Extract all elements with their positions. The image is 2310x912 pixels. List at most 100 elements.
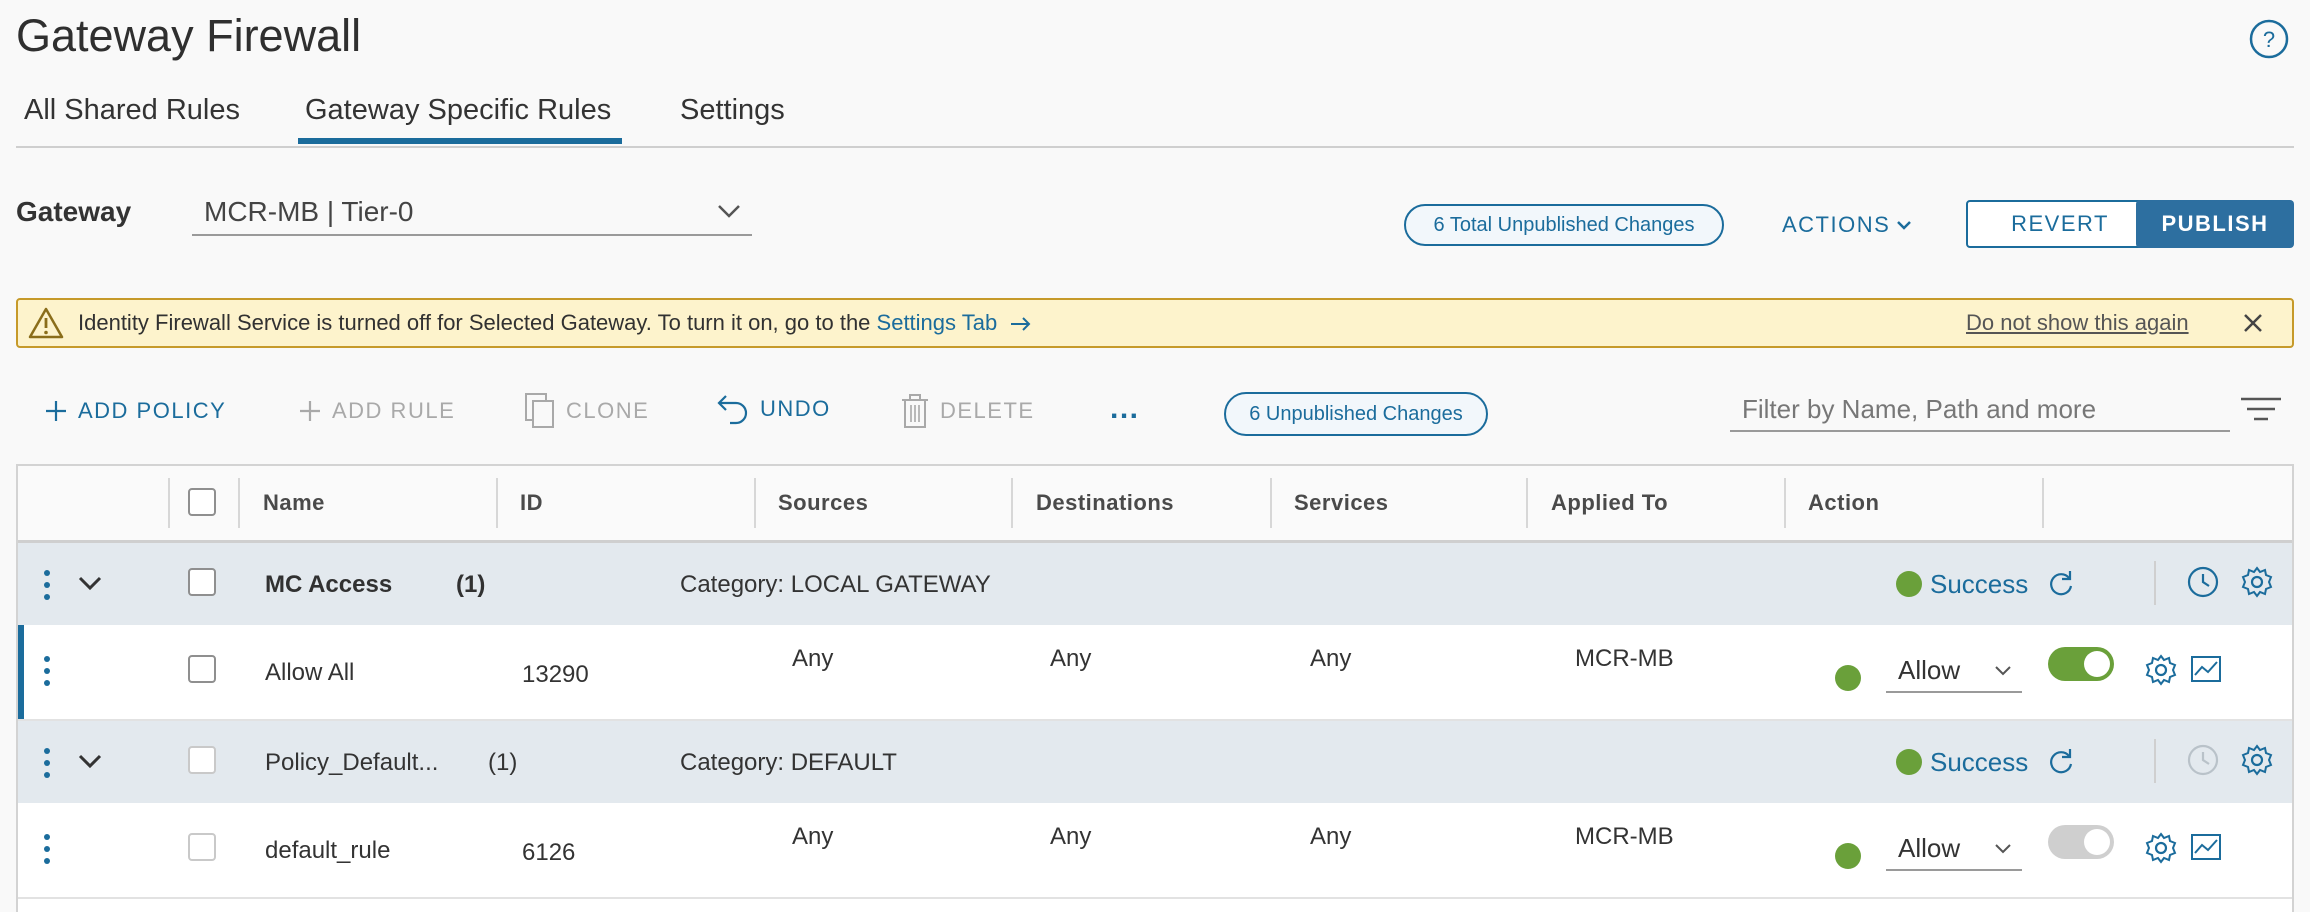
column-header-sources[interactable]: Sources xyxy=(778,490,868,516)
tab-gateway-specific-rules[interactable]: Gateway Specific Rules xyxy=(305,94,611,127)
rule-enabled-toggle[interactable] xyxy=(2048,825,2114,859)
policy-checkbox[interactable] xyxy=(188,746,216,774)
rule-row-allow-all[interactable]: Allow All 13290 Any Any Any MCR-MB Allow xyxy=(18,625,2292,721)
policy-status[interactable]: Success xyxy=(1930,569,2028,600)
revert-button[interactable]: REVERT xyxy=(1966,200,2154,248)
kebab-menu-icon[interactable] xyxy=(42,747,52,779)
filter-input[interactable] xyxy=(1730,388,2230,432)
refresh-icon[interactable] xyxy=(2048,747,2074,775)
more-options-button[interactable]: ... xyxy=(1110,392,1140,426)
add-rule-button[interactable]: ADD RULE xyxy=(298,398,455,424)
column-separator xyxy=(496,478,498,528)
rule-services[interactable]: Any xyxy=(1310,645,1351,673)
do-not-show-again-link[interactable]: Do not show this again xyxy=(1966,310,2189,336)
selected-row-indicator xyxy=(18,625,24,719)
policy-rule-count: (1) xyxy=(488,749,518,776)
svg-text:?: ? xyxy=(2263,27,2275,52)
close-icon[interactable] xyxy=(2242,312,2264,334)
plus-icon xyxy=(298,399,322,423)
policy-row-mc-access[interactable]: MC Access (1) Category: LOCAL GATEWAY Su… xyxy=(18,543,2292,627)
column-header-applied-to[interactable]: Applied To xyxy=(1551,490,1668,516)
rule-id: 13290 xyxy=(522,661,589,688)
select-all-checkbox[interactable] xyxy=(188,488,216,516)
rule-applied-to[interactable]: MCR-MB xyxy=(1575,823,1674,851)
chevron-down-icon[interactable] xyxy=(78,575,102,591)
policy-category: Category: DEFAULT xyxy=(680,749,897,776)
filter-icon[interactable] xyxy=(2240,396,2282,422)
stats-chart-icon[interactable] xyxy=(2190,655,2222,683)
actions-menu-button[interactable]: ACTIONS xyxy=(1782,212,1912,238)
rule-sources[interactable]: Any xyxy=(792,823,833,851)
policy-name: MC Access xyxy=(265,571,393,598)
rule-enabled-toggle[interactable] xyxy=(2048,647,2114,681)
gear-icon[interactable] xyxy=(2144,831,2178,865)
chevron-down-icon xyxy=(1995,666,2011,676)
stats-chart-icon[interactable] xyxy=(2190,833,2222,861)
policy-category: Category: LOCAL GATEWAY xyxy=(680,571,991,598)
column-header-services[interactable]: Services xyxy=(1294,490,1389,516)
settings-tab-link[interactable]: Settings Tab xyxy=(877,310,1034,335)
column-header-id[interactable]: ID xyxy=(520,490,543,516)
tab-settings[interactable]: Settings xyxy=(680,94,785,127)
tab-all-shared-rules[interactable]: All Shared Rules xyxy=(24,94,240,127)
rule-applied-to[interactable]: MCR-MB xyxy=(1575,645,1674,673)
rule-action-value: Allow xyxy=(1898,833,1961,863)
success-status-dot xyxy=(1896,749,1922,775)
history-icon[interactable] xyxy=(2186,565,2220,599)
column-separator xyxy=(2042,478,2044,528)
tabs-divider xyxy=(16,146,2294,148)
delete-button[interactable]: DELETE xyxy=(900,392,1035,430)
add-policy-label: ADD POLICY xyxy=(78,398,227,423)
column-separator xyxy=(168,478,170,528)
column-separator xyxy=(1784,478,1786,528)
column-header-destinations[interactable]: Destinations xyxy=(1036,490,1174,516)
rule-destinations[interactable]: Any xyxy=(1050,823,1091,851)
kebab-menu-icon[interactable] xyxy=(42,655,52,687)
policy-rule-count: (1) xyxy=(456,571,486,598)
page-title: Gateway Firewall xyxy=(16,10,362,61)
refresh-icon[interactable] xyxy=(2048,569,2074,597)
rule-sources[interactable]: Any xyxy=(792,645,833,673)
history-icon xyxy=(2186,743,2220,777)
policy-checkbox[interactable] xyxy=(188,568,216,596)
gear-icon[interactable] xyxy=(2144,653,2178,687)
clone-button[interactable]: CLONE xyxy=(524,392,649,430)
delete-label: DELETE xyxy=(940,398,1035,423)
identity-firewall-warning-banner: Identity Firewall Service is turned off … xyxy=(16,298,2294,348)
active-tab-indicator xyxy=(298,138,622,144)
gateway-select[interactable]: MCR-MB | Tier-0 xyxy=(192,192,752,236)
success-status-dot xyxy=(1896,571,1922,597)
kebab-menu-icon[interactable] xyxy=(42,833,52,865)
rule-destinations[interactable]: Any xyxy=(1050,645,1091,673)
rule-name[interactable]: Allow All xyxy=(265,659,354,687)
policy-row-policy-default[interactable]: Policy_Default... (1) Category: DEFAULT … xyxy=(18,721,2292,805)
kebab-menu-icon[interactable] xyxy=(42,569,52,601)
rule-action-value: Allow xyxy=(1898,655,1961,685)
unpublished-changes-badge[interactable]: 6 Unpublished Changes xyxy=(1224,392,1488,436)
column-header-name[interactable]: Name xyxy=(263,490,325,516)
publish-button[interactable]: PUBLISH xyxy=(2136,200,2294,248)
rule-row-default-rule[interactable]: default_rule 6126 Any Any Any MCR-MB All… xyxy=(18,803,2292,899)
column-header-action[interactable]: Action xyxy=(1808,490,1879,516)
rule-action-select[interactable]: Allow xyxy=(1886,829,2022,871)
undo-button[interactable]: UNDO xyxy=(716,392,831,426)
gear-icon[interactable] xyxy=(2240,743,2274,777)
rule-action-select[interactable]: Allow xyxy=(1886,651,2022,693)
add-policy-button[interactable]: ADD POLICY xyxy=(44,398,226,424)
rule-status-dot xyxy=(1835,843,1861,869)
table-header: Name ID Sources Destinations Services Ap… xyxy=(18,466,2292,543)
column-separator xyxy=(1526,478,1528,528)
policy-status[interactable]: Success xyxy=(1930,747,2028,778)
rule-name[interactable]: default_rule xyxy=(265,837,390,865)
banner-text: Identity Firewall Service is turned off … xyxy=(78,310,1033,336)
total-unpublished-changes-badge[interactable]: 6 Total Unpublished Changes xyxy=(1404,204,1724,246)
toggle-knob xyxy=(2084,651,2110,677)
chevron-down-icon[interactable] xyxy=(78,753,102,769)
banner-message: Identity Firewall Service is turned off … xyxy=(78,310,877,335)
vertical-divider xyxy=(2154,561,2156,605)
gear-icon[interactable] xyxy=(2240,565,2274,599)
rule-checkbox[interactable] xyxy=(188,655,216,683)
rule-checkbox[interactable] xyxy=(188,833,216,861)
rule-services[interactable]: Any xyxy=(1310,823,1351,851)
help-icon[interactable]: ? xyxy=(2248,18,2290,60)
